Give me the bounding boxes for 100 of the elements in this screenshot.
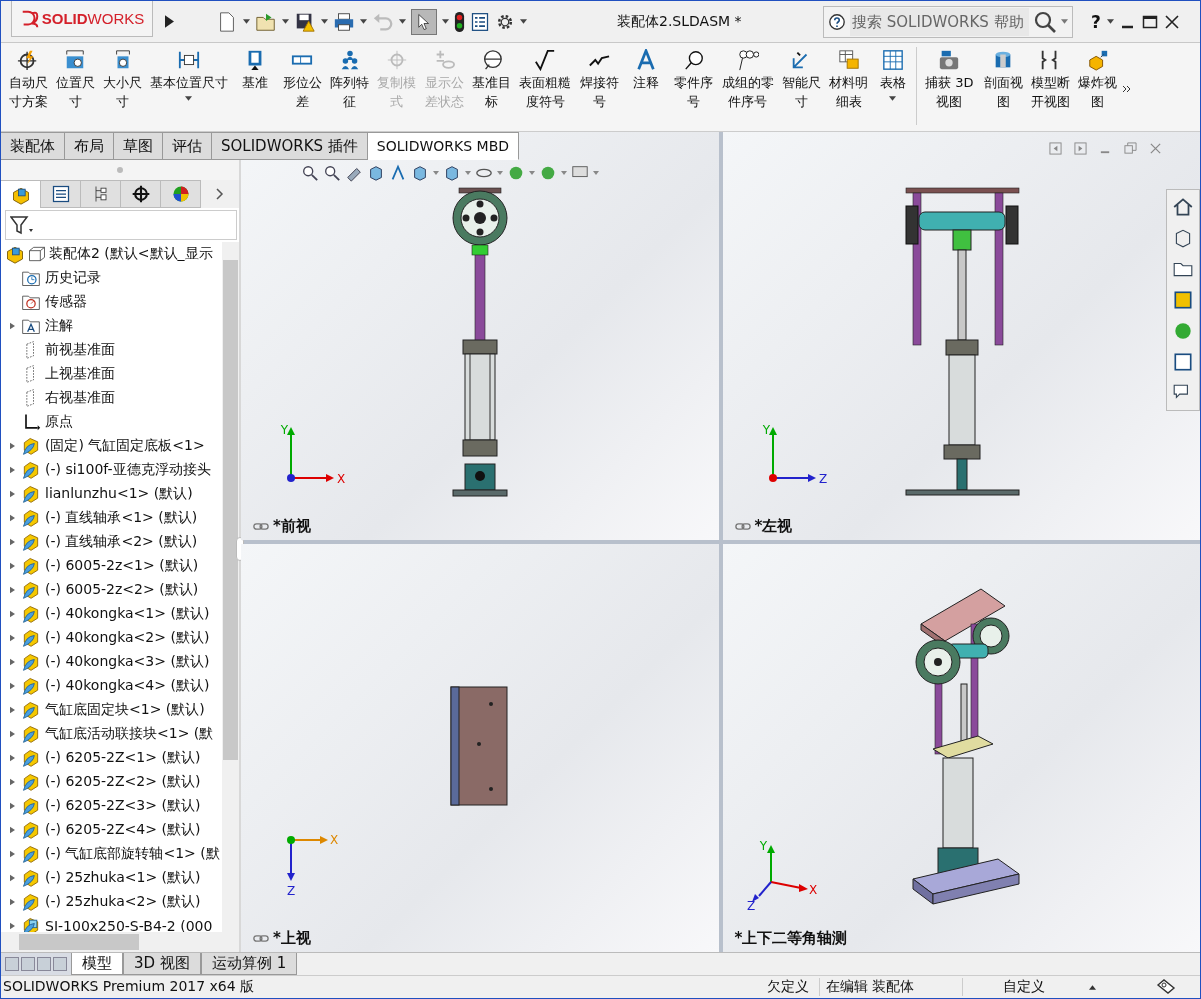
filter-funnel-icon[interactable] [10, 215, 34, 235]
ribbon-button[interactable]: 材料明细表 [825, 47, 872, 113]
caret-icon[interactable] [889, 96, 897, 101]
tree-item[interactable]: (-) 6005-2z<2> (默认) [45, 581, 199, 599]
caret-icon[interactable] [243, 19, 250, 24]
caret-icon[interactable] [442, 19, 449, 24]
tree-item[interactable]: 气缸底固定块<1> (默认) [45, 701, 205, 719]
ribbon-button[interactable]: 表格 [872, 47, 913, 103]
tree-item[interactable]: (-) 直线轴承<2> (默认) [45, 533, 198, 551]
tree-item[interactable]: 前视基准面 [45, 341, 115, 359]
tree-item[interactable]: 传感器 [45, 293, 87, 311]
solidworks-logo[interactable]: SOLIDWORKS [11, 1, 153, 37]
next-pane-icon[interactable] [1074, 142, 1087, 155]
horizontal-scrollbar[interactable] [1, 932, 239, 952]
command-tab[interactable]: 装配体 [1, 132, 65, 160]
bottom-tab[interactable]: 运动算例 1 [200, 953, 298, 975]
tree-item[interactable]: (-) 40kongka<1> (默认) [45, 605, 210, 623]
ribbon-button[interactable]: 爆炸视图 [1074, 47, 1121, 113]
ribbon-button[interactable]: 大小尺寸 [99, 47, 146, 113]
ribbon-button[interactable]: 成组的零件序号 [717, 47, 778, 113]
tree-item[interactable]: (-) 40kongka<4> (默认) [45, 677, 210, 695]
caret-icon[interactable] [520, 19, 527, 24]
tree-item[interactable]: (-) 40kongka<3> (默认) [45, 653, 210, 671]
expand-arrow-icon[interactable] [165, 15, 174, 28]
tree-item[interactable]: (固定) 气缸固定底板<1> [45, 437, 205, 455]
tree-item[interactable]: (-) 气缸底部旋转轴<1> (默 [45, 845, 220, 863]
ribbon-button[interactable]: 焊接符号 [575, 47, 623, 113]
more-chevron-icon[interactable] [1121, 84, 1132, 94]
tree-item[interactable]: (-) 6005-2z<1> (默认) [45, 557, 199, 575]
list-panel-icon[interactable] [470, 11, 490, 32]
caret-icon[interactable] [1106, 19, 1114, 24]
ribbon-button[interactable]: 阵列特征 [326, 47, 373, 113]
ribbon-button[interactable]: 基本位置尺寸 [146, 47, 231, 103]
tree-item[interactable]: 注解 [45, 317, 73, 335]
help-circle-icon[interactable] [828, 12, 846, 31]
tree-item[interactable]: 上视基准面 [45, 365, 115, 383]
tree-item[interactable]: 原点 [45, 413, 73, 431]
ribbon-button[interactable]: 零件序号 [670, 47, 717, 113]
part-feather-icon [21, 892, 41, 912]
filter-field[interactable] [5, 210, 237, 240]
zoom-area-icon[interactable] [323, 164, 341, 182]
maximize-icon[interactable] [1141, 13, 1158, 30]
command-tab[interactable]: 草图 [114, 132, 163, 160]
caret-icon[interactable] [1061, 19, 1068, 24]
home-icon[interactable] [1172, 196, 1194, 218]
bottom-tab[interactable]: 3D 视图 [123, 953, 201, 975]
panel-tab[interactable] [121, 180, 161, 208]
caret-icon[interactable] [282, 19, 289, 24]
tree-item[interactable]: 历史记录 [45, 269, 101, 287]
tree-item[interactable]: (-) 25zhuka<2> (默认) [45, 893, 201, 911]
tree-item[interactable]: (-) 直线轴承<1> (默认) [45, 509, 198, 527]
caret-icon[interactable] [399, 19, 406, 24]
panel-tab[interactable] [41, 180, 81, 208]
tree-item[interactable]: (-) 6205-2Z<2> (默认) [45, 773, 201, 791]
command-tab[interactable]: 布局 [65, 132, 114, 160]
printer-icon[interactable] [333, 10, 355, 33]
tree-item[interactable]: (-) 25zhuka<1> (默认) [45, 869, 201, 887]
help-button[interactable]: ? [1091, 11, 1101, 32]
vertical-scrollbar[interactable] [222, 242, 239, 932]
tag-icon[interactable] [1156, 979, 1176, 995]
tree-item[interactable]: (-) 6205-2Z<4> (默认) [45, 821, 201, 839]
traffic-light-icon[interactable] [454, 10, 465, 33]
bottom-tab[interactable]: 模型 [71, 953, 123, 975]
tree-item[interactable]: 装配体2 (默认<默认_显示 [49, 245, 213, 263]
tree-item[interactable]: 右视基准面 [45, 389, 115, 407]
ribbon-button[interactable]: 自动尺寸方案 [5, 47, 52, 113]
tree-item[interactable]: (-) 6205-2Z<3> (默认) [45, 797, 201, 815]
caret-up-icon[interactable] [1089, 984, 1096, 990]
previous-pane-icon[interactable] [1049, 142, 1062, 155]
close-icon[interactable] [1163, 13, 1180, 30]
search-icon[interactable] [1033, 9, 1057, 34]
tree-item[interactable]: (-) si100f-亚德克浮动接头 [45, 461, 211, 479]
caret-icon[interactable] [185, 96, 193, 101]
ribbon-button[interactable]: 位置尺寸 [52, 47, 99, 113]
ribbon-button[interactable]: 智能尺寸 [778, 47, 825, 113]
command-tab[interactable]: 评估 [163, 132, 212, 160]
ribbon-button[interactable]: 基准 [231, 47, 279, 94]
zoom-fit-icon[interactable] [301, 164, 319, 182]
tree-item[interactable]: (-) 6205-2Z<1> (默认) [45, 749, 201, 767]
ribbon-button[interactable]: 基准目标 [468, 47, 515, 113]
caret-icon[interactable] [321, 19, 328, 24]
command-tab[interactable]: SOLIDWORKS 插件 [212, 132, 368, 160]
search-field[interactable]: 搜索 SOLIDWORKS 帮助 [823, 5, 1073, 38]
tree-item[interactable]: 气缸底活动联接块<1> (默 [45, 725, 214, 743]
command-tab[interactable]: SOLIDWORKS MBD [367, 132, 520, 160]
select-pointer-button[interactable] [411, 8, 437, 35]
part-feather-icon [21, 676, 41, 696]
ribbon-button[interactable]: 模型断开视图 [1027, 47, 1074, 113]
ribbon-button[interactable]: 剖面视图 [980, 47, 1027, 113]
ribbon-button[interactable]: 表面粗糙度符号 [515, 47, 575, 113]
ribbon-button[interactable]: 形位公差 [279, 47, 326, 113]
tree-item[interactable]: lianlunzhu<1> (默认) [45, 485, 193, 503]
tree-item[interactable]: SI-100x250-S-B4-2 (000 [45, 918, 213, 932]
ribbon-button[interactable]: 注释 [623, 47, 670, 94]
ribbon-button[interactable]: 捕获 3D 视图 [919, 47, 980, 113]
color-ball-icon[interactable] [1172, 320, 1194, 342]
tree-item[interactable]: (-) 40kongka<2> (默认) [45, 629, 210, 647]
caret-icon[interactable] [360, 19, 367, 24]
panel-grip-icon[interactable] [117, 167, 123, 173]
chevron-right-icon[interactable] [216, 188, 224, 200]
